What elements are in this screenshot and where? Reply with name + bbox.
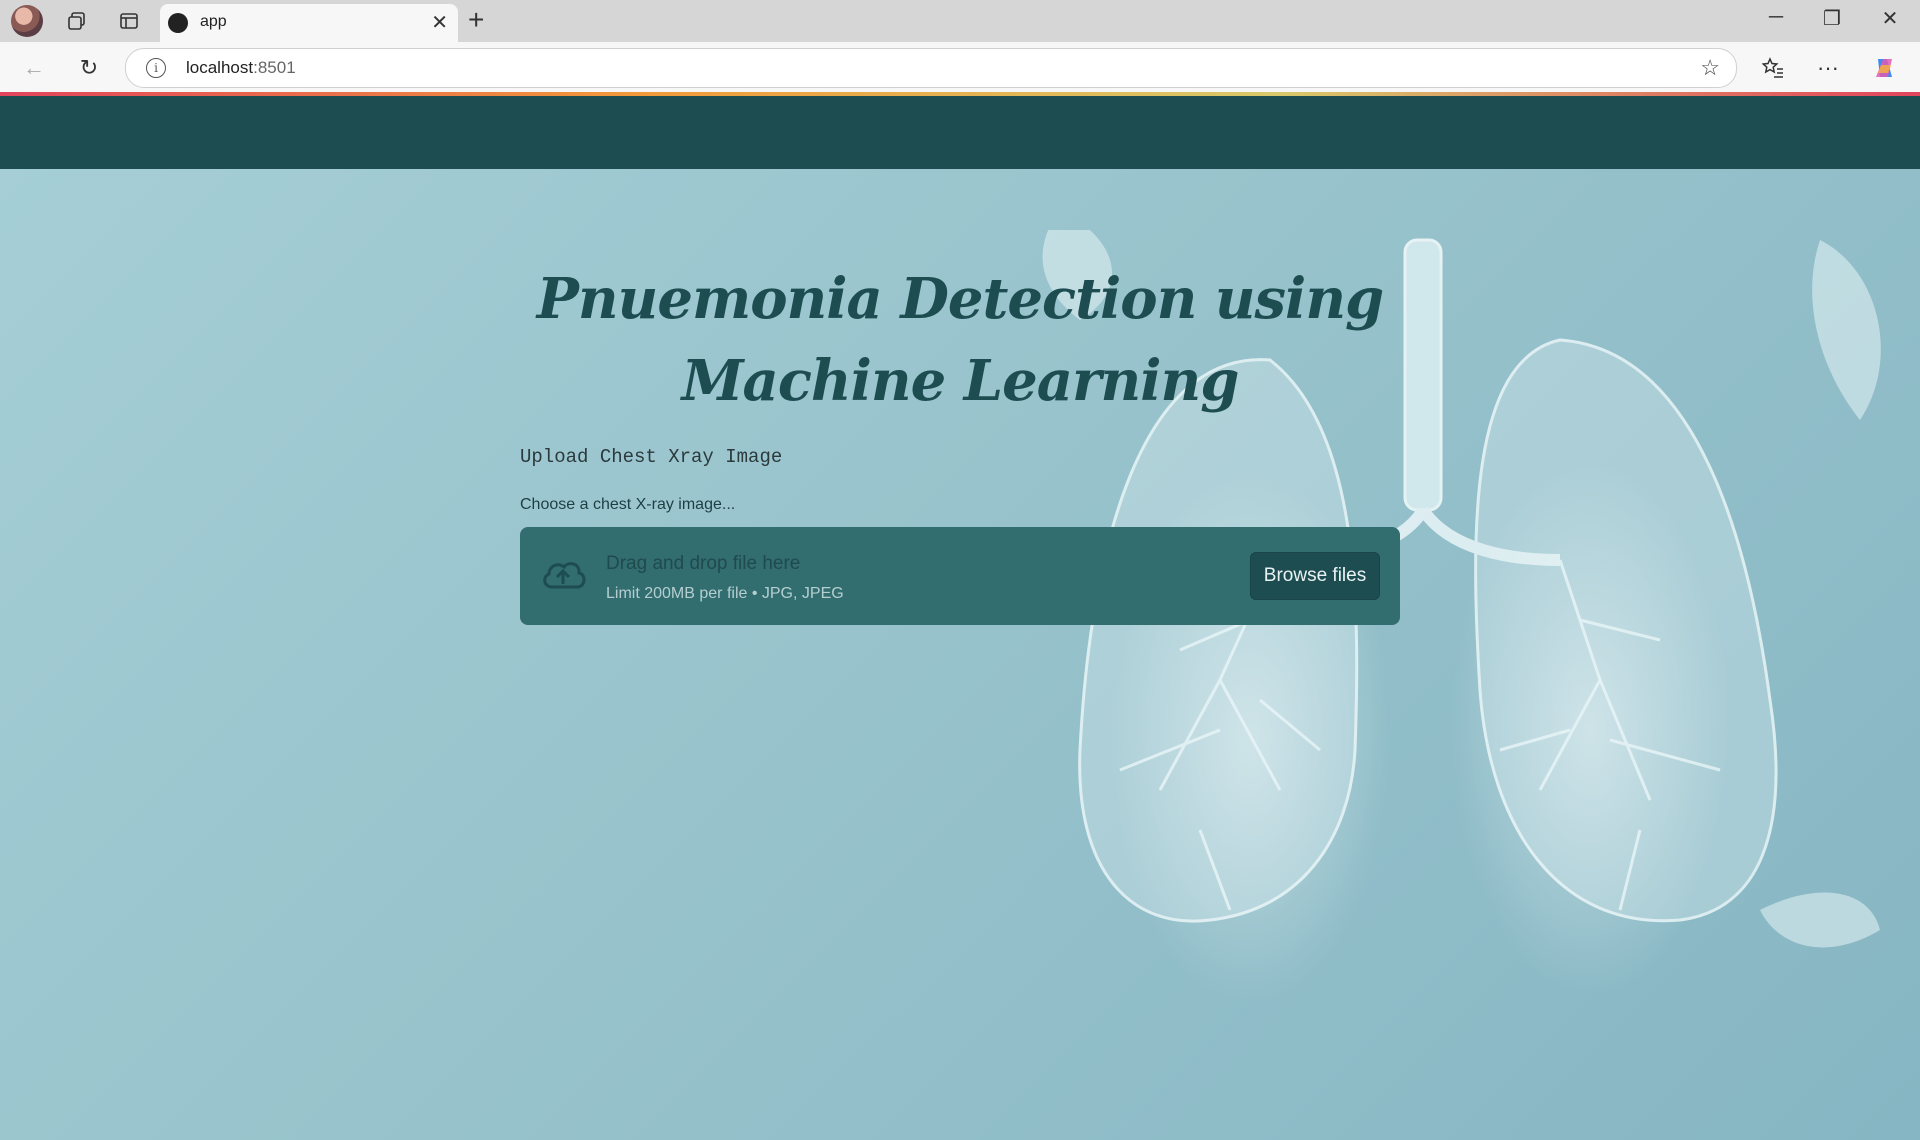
new-tab-icon[interactable]: +: [468, 4, 484, 36]
refresh-icon[interactable]: ↻: [73, 52, 105, 84]
streamlit-favicon-icon: [168, 13, 188, 33]
workspaces-icon[interactable]: [62, 6, 92, 36]
tab-close-icon[interactable]: ✕: [431, 10, 448, 35]
url-port: :8501: [253, 58, 296, 77]
site-info-icon[interactable]: i: [146, 58, 166, 78]
browser-tab-active[interactable]: app ✕: [160, 4, 458, 42]
browser-toolbar: ← ↻ i localhost:8501 ☆ ···: [0, 42, 1920, 92]
back-arrow-icon[interactable]: ←: [18, 52, 50, 84]
dropzone-title: Drag and drop file here: [606, 553, 801, 574]
window-close-icon[interactable]: ✕: [1870, 6, 1910, 31]
favorites-icon[interactable]: [1757, 52, 1789, 84]
upload-subheading: Upload Chest Xray Image: [520, 446, 783, 468]
vertical-tabs-icon[interactable]: [114, 6, 144, 36]
cloud-upload-icon: [543, 562, 586, 589]
restore-icon[interactable]: ❐: [1812, 6, 1852, 31]
more-menu-icon[interactable]: ···: [1812, 52, 1844, 84]
copilot-icon[interactable]: [1869, 52, 1901, 84]
minimize-icon[interactable]: ─: [1756, 6, 1796, 29]
dropzone-limit-text: Limit 200MB per file • JPG, JPEG: [606, 585, 844, 602]
file-dropzone[interactable]: Drag and drop file here Limit 200MB per …: [520, 527, 1400, 625]
profile-avatar[interactable]: [11, 5, 43, 37]
favorite-star-icon[interactable]: ☆: [1700, 55, 1720, 81]
page-title: Pnuemonia Detection using Machine Learni…: [520, 258, 1400, 422]
browse-files-button[interactable]: Browse files: [1250, 552, 1380, 600]
title-line-1: Pnuemonia Detection using: [536, 266, 1384, 332]
url-host: localhost: [186, 58, 254, 77]
file-uploader-label: Choose a chest X-ray image...: [520, 496, 736, 513]
address-bar[interactable]: i localhost:8501 ☆: [125, 48, 1737, 88]
tab-title: app: [200, 13, 227, 30]
browser-tabstrip: app ✕ + ─ ❐ ✕: [0, 0, 1920, 42]
url-text: localhost:8501: [186, 58, 296, 78]
title-line-2: Machine Learning: [681, 348, 1240, 414]
app-header: [0, 96, 1920, 169]
